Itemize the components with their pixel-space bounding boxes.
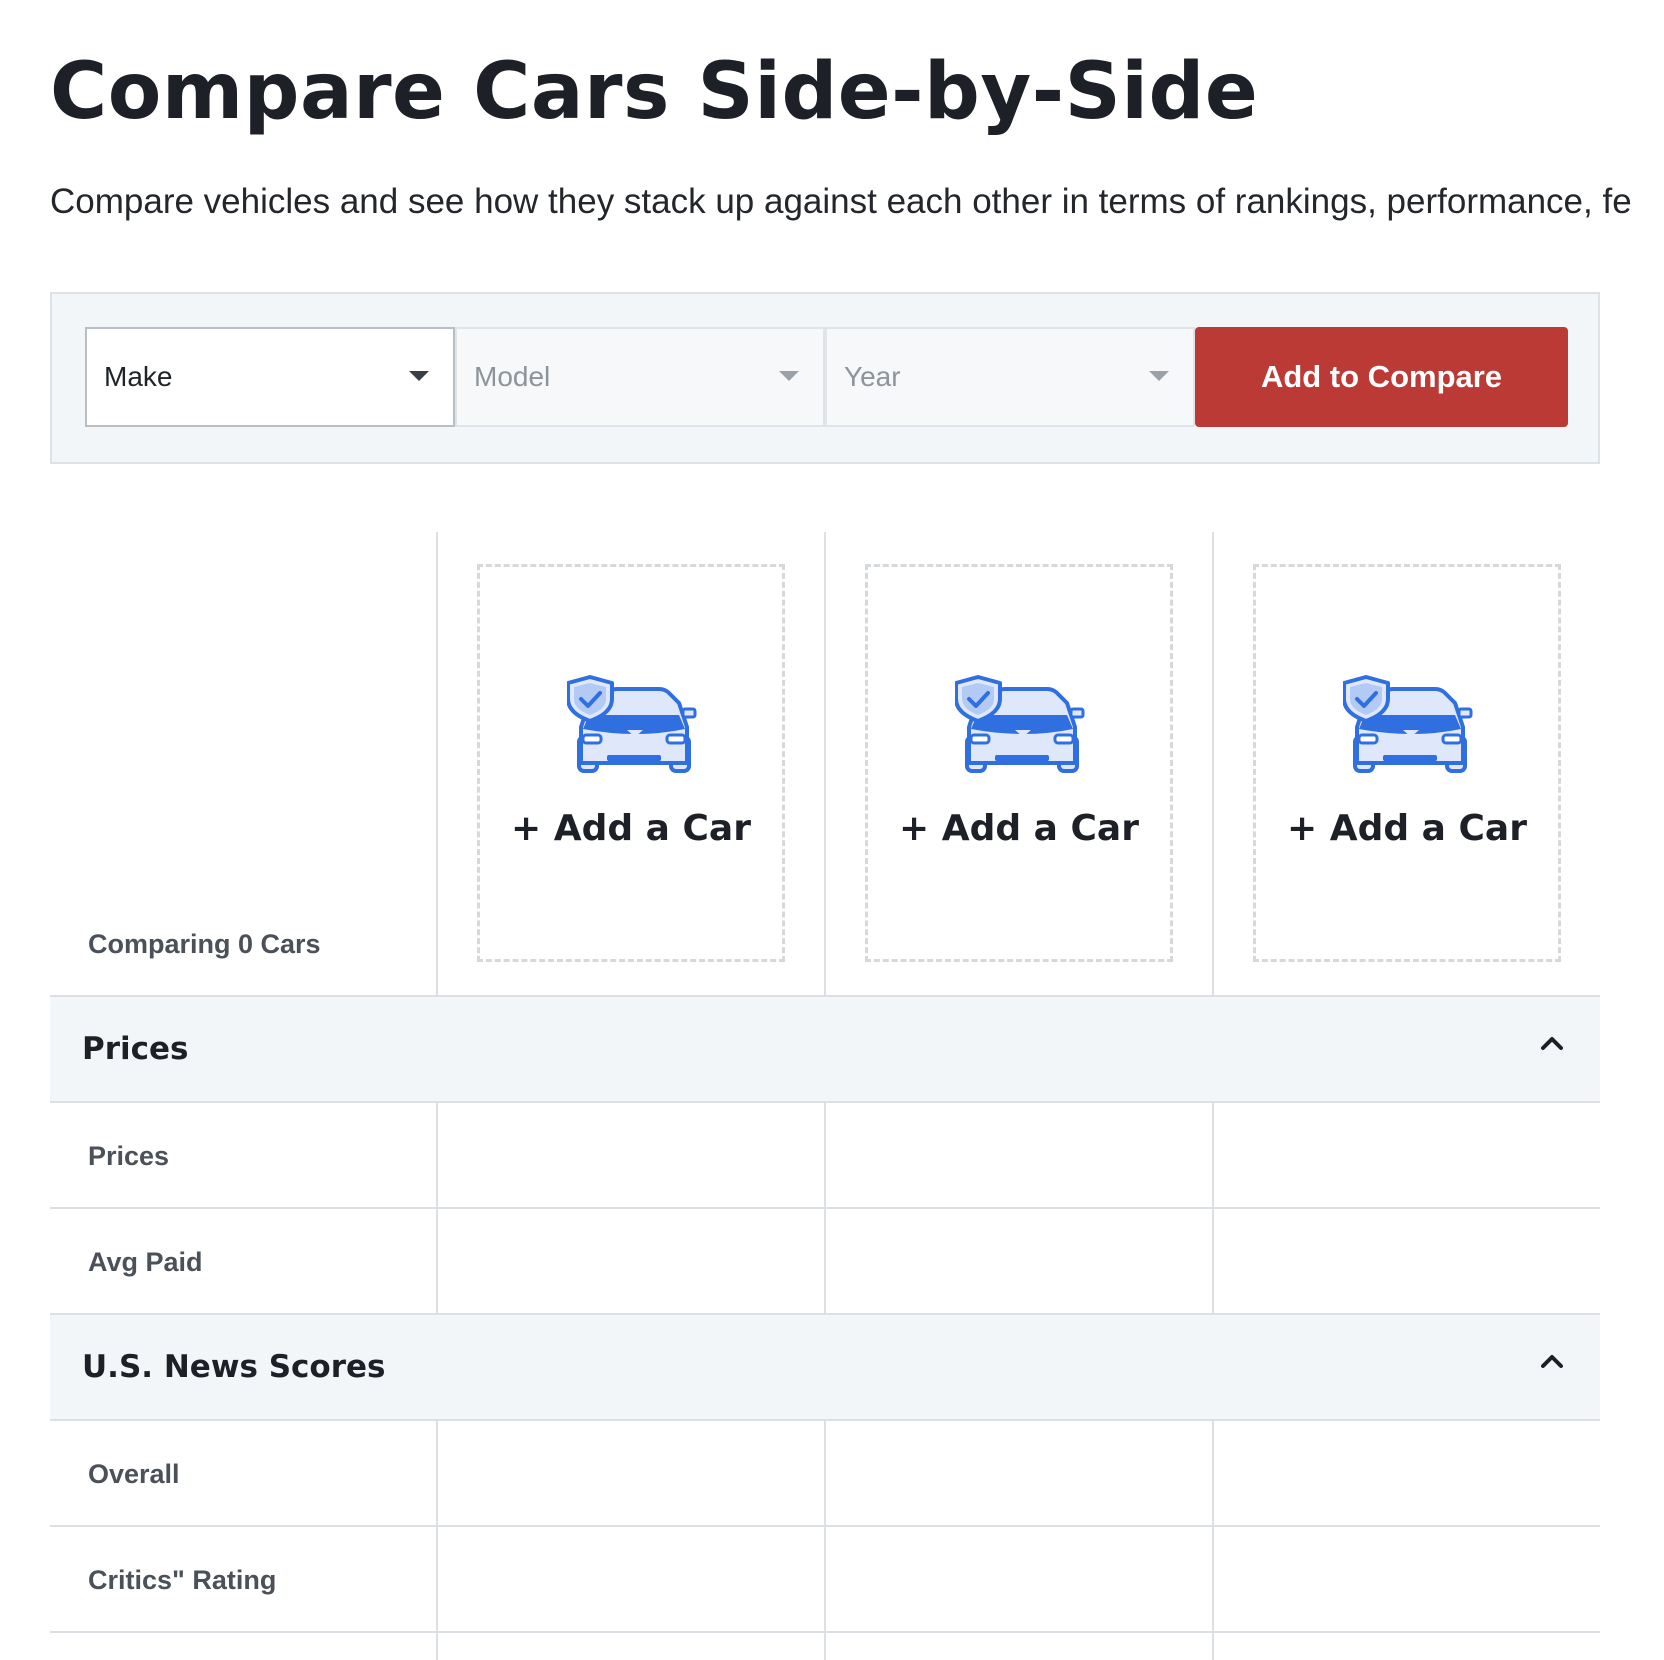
add-car-label: + Add a Car <box>1287 808 1527 849</box>
car-shield-icon <box>567 675 697 773</box>
year-select[interactable]: Year <box>825 327 1195 427</box>
row-divider <box>50 1631 1600 1633</box>
chevron-up-icon <box>1541 1355 1563 1368</box>
car-selector-panel: Make Model Year Add to Compare <box>50 292 1600 464</box>
comparing-count: Comparing 0 Cars <box>88 929 321 959</box>
section-title: Prices <box>82 1031 189 1067</box>
add-car-label: + Add a Car <box>511 808 751 849</box>
page-title: Compare Cars Side-by-Side <box>50 47 1259 137</box>
caret-down-icon <box>409 371 429 381</box>
chevron-up-icon <box>1541 1037 1563 1050</box>
row-label-avg-paid: Avg Paid <box>88 1247 203 1277</box>
year-select-label: Year <box>844 361 901 392</box>
section-header-scores[interactable]: U.S. News Scores <box>50 1315 1600 1419</box>
section-header-prices[interactable]: Prices <box>50 997 1600 1101</box>
row-label-overall: Overall <box>88 1459 180 1489</box>
caret-down-icon <box>1149 371 1169 381</box>
page-subtitle: Compare vehicles and see how they stack … <box>50 182 1632 221</box>
model-select-label: Model <box>474 361 551 392</box>
model-select[interactable]: Model <box>455 327 825 427</box>
make-select[interactable]: Make <box>85 327 455 427</box>
add-to-compare-button[interactable]: Add to Compare <box>1195 327 1568 427</box>
add-car-slot[interactable]: + Add a Car <box>865 564 1173 962</box>
add-car-slot[interactable]: + Add a Car <box>477 564 785 962</box>
car-shield-icon <box>1343 675 1473 773</box>
add-car-slot[interactable]: + Add a Car <box>1253 564 1561 962</box>
row-label-critics-rating: Critics" Rating <box>88 1565 277 1595</box>
row-label-prices: Prices <box>88 1141 170 1171</box>
row-divider <box>50 1207 1600 1209</box>
car-shield-icon <box>955 675 1085 773</box>
add-car-label: + Add a Car <box>899 808 1139 849</box>
section-title: U.S. News Scores <box>82 1349 386 1385</box>
caret-down-icon <box>779 371 799 381</box>
row-divider <box>50 1419 1600 1421</box>
make-select-label: Make <box>104 361 173 392</box>
row-divider <box>50 1525 1600 1527</box>
row-divider <box>50 1101 1600 1103</box>
